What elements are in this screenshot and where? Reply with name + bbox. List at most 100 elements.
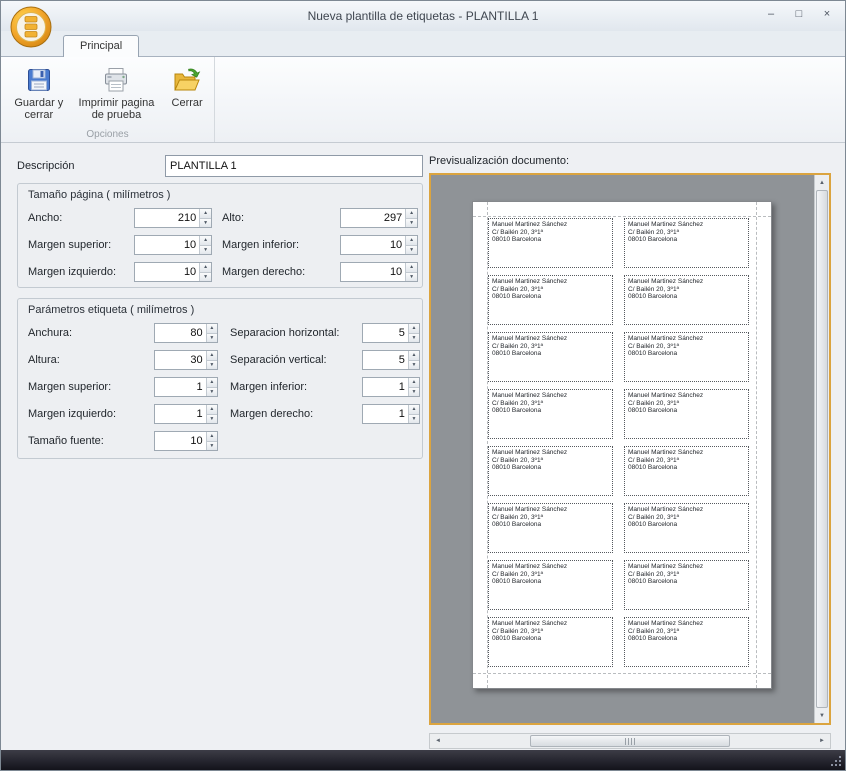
thumb-grip: [625, 738, 626, 745]
spin-up-icon[interactable]: ▲: [207, 405, 217, 414]
page-margen-derecho-input[interactable]: [341, 263, 405, 281]
spin-down-icon[interactable]: ▼: [409, 360, 419, 370]
page-margen-superior-input[interactable]: [135, 236, 199, 254]
page-margen-superior-spinner: ▲▼: [134, 235, 212, 255]
close-form-button[interactable]: Cerrar: [162, 61, 212, 113]
preview-label: Manuel Martinez SánchezC/ Bailén 20, 3º1…: [488, 275, 613, 325]
margin-guide-bottom: [473, 673, 771, 674]
preview-frame: Manuel Martinez SánchezC/ Bailén 20, 3º1…: [429, 173, 831, 725]
spin-down-icon[interactable]: ▼: [200, 272, 211, 282]
spin-down-icon[interactable]: ▼: [406, 218, 417, 228]
close-button[interactable]: ×: [817, 6, 837, 21]
print-test-page-button[interactable]: Imprimir pagina de prueba: [71, 61, 163, 125]
preview-label: Manuel Martinez SánchezC/ Bailén 20, 3º1…: [488, 617, 613, 667]
spin-up-icon[interactable]: ▲: [207, 324, 217, 333]
spin-down-icon[interactable]: ▼: [207, 387, 217, 397]
horizontal-scrollbar[interactable]: ◄ ►: [429, 733, 831, 749]
altura-input[interactable]: [155, 351, 206, 369]
label-margen-superior-input[interactable]: [155, 378, 206, 396]
label-margen-inferior-input[interactable]: [363, 378, 408, 396]
spin-down-icon[interactable]: ▼: [207, 441, 217, 451]
preview-label: Manuel Martinez SánchezC/ Bailén 20, 3º1…: [488, 218, 613, 268]
thumb-grip: [631, 738, 632, 745]
spin-down-icon[interactable]: ▼: [207, 360, 217, 370]
page-size-fields: Ancho: ▲▼ Alto: ▲▼ Margen superior: ▲▼ M…: [18, 205, 422, 290]
preview-label: Manuel Martinez SánchezC/ Bailén 20, 3º1…: [488, 503, 613, 553]
print-button-label: Imprimir pagina de prueba: [74, 97, 160, 121]
page-margen-izquierdo-input[interactable]: [135, 263, 199, 281]
preview-page: Manuel Martinez SánchezC/ Bailén 20, 3º1…: [472, 201, 772, 689]
spin-up-icon[interactable]: ▲: [406, 263, 417, 272]
spin-down-icon[interactable]: ▼: [207, 414, 217, 424]
label-margen-izquierdo-input[interactable]: [155, 405, 206, 423]
app-menu-button[interactable]: [9, 5, 53, 49]
anchura-input[interactable]: [155, 324, 206, 342]
main-content: Descripción Tamaño página ( milímetros )…: [1, 143, 845, 750]
tamano-fuente-input[interactable]: [155, 432, 206, 450]
spin-up-icon[interactable]: ▲: [200, 263, 211, 272]
preview-label: Manuel Martinez SánchezC/ Bailén 20, 3º1…: [624, 389, 749, 439]
scroll-up-icon[interactable]: ▲: [815, 175, 829, 190]
spin-up-icon[interactable]: ▲: [406, 236, 417, 245]
spin-up-icon[interactable]: ▲: [409, 351, 419, 360]
spin-down-icon[interactable]: ▼: [207, 333, 217, 343]
spin-up-icon[interactable]: ▲: [207, 351, 217, 360]
page-margen-inferior-input[interactable]: [341, 236, 405, 254]
scroll-right-icon[interactable]: ►: [814, 734, 830, 748]
label-margen-inferior-spinner: ▲▼: [362, 377, 420, 397]
spin-up-icon[interactable]: ▲: [409, 405, 419, 414]
label-margen-derecho-input[interactable]: [363, 405, 408, 423]
spin-down-icon[interactable]: ▼: [200, 245, 211, 255]
spin-up-icon[interactable]: ▲: [200, 209, 211, 218]
spin-up-icon[interactable]: ▲: [406, 209, 417, 218]
scroll-down-icon[interactable]: ▼: [815, 708, 829, 723]
spin-up-icon[interactable]: ▲: [207, 378, 217, 387]
ribbon-group-opciones: Guardar y cerrar Imprimir pagina de prue…: [1, 57, 215, 142]
preview-title: Previsualización documento:: [429, 155, 569, 167]
label-margen-derecho-spinner: ▲▼: [362, 404, 420, 424]
preview-label: Manuel Martinez SánchezC/ Bailén 20, 3º1…: [624, 446, 749, 496]
sep-horizontal-label: Separacion horizontal:: [230, 327, 358, 339]
sep-horizontal-input[interactable]: [363, 324, 408, 342]
vertical-scroll-thumb[interactable]: [816, 190, 828, 708]
sep-vertical-input[interactable]: [363, 351, 408, 369]
horizontal-scroll-track[interactable]: [446, 734, 814, 748]
description-input[interactable]: [165, 155, 423, 177]
spin-down-icon[interactable]: ▼: [409, 414, 419, 424]
spin-up-icon[interactable]: ▲: [409, 324, 419, 333]
page-margen-superior-label: Margen superior:: [28, 239, 130, 251]
horizontal-scroll-thumb[interactable]: [530, 735, 730, 747]
maximize-button[interactable]: □: [789, 6, 809, 21]
ancho-label: Ancho:: [28, 212, 130, 224]
scroll-left-icon[interactable]: ◄: [430, 734, 446, 748]
spin-up-icon[interactable]: ▲: [200, 236, 211, 245]
tab-principal[interactable]: Principal: [63, 35, 139, 57]
spin-down-icon[interactable]: ▼: [406, 272, 417, 282]
alto-input[interactable]: [341, 209, 405, 227]
spin-down-icon[interactable]: ▼: [409, 387, 419, 397]
spin-down-icon[interactable]: ▼: [200, 218, 211, 228]
spin-down-icon[interactable]: ▼: [409, 333, 419, 343]
label-margen-superior-spinner: ▲▼: [154, 377, 218, 397]
page-size-group-title: Tamaño página ( milímetros ): [18, 184, 422, 205]
page-margen-izquierdo-label: Margen izquierdo:: [28, 266, 130, 278]
sep-horizontal-spinner: ▲▼: [362, 323, 420, 343]
ancho-input[interactable]: [135, 209, 199, 227]
titlebar: Nueva plantilla de etiquetas - PLANTILLA…: [1, 1, 845, 31]
spin-up-icon[interactable]: ▲: [207, 432, 217, 441]
anchura-label: Anchura:: [28, 327, 150, 339]
label-margen-izquierdo-label: Margen izquierdo:: [28, 408, 150, 420]
spin-up-icon[interactable]: ▲: [409, 378, 419, 387]
preview-viewport: Manuel Martinez SánchezC/ Bailén 20, 3º1…: [431, 175, 814, 723]
spin-down-icon[interactable]: ▼: [406, 245, 417, 255]
label-params-group-title: Parámetros etiqueta ( milímetros ): [18, 299, 422, 320]
resize-grip[interactable]: [829, 754, 841, 766]
minimize-button[interactable]: –: [761, 6, 781, 21]
alto-spinner: ▲▼: [340, 208, 418, 228]
sep-vertical-label: Separación vertical:: [230, 354, 358, 366]
label-margen-inferior-label: Margen inferior:: [230, 381, 358, 393]
save-and-close-button[interactable]: Guardar y cerrar: [7, 61, 71, 125]
label-params-fields: Anchura: ▲▼ Separacion horizontal: ▲▼ Al…: [18, 320, 422, 459]
page-margen-inferior-label: Margen inferior:: [222, 239, 336, 251]
vertical-scrollbar[interactable]: ▲ ▼: [814, 175, 829, 723]
